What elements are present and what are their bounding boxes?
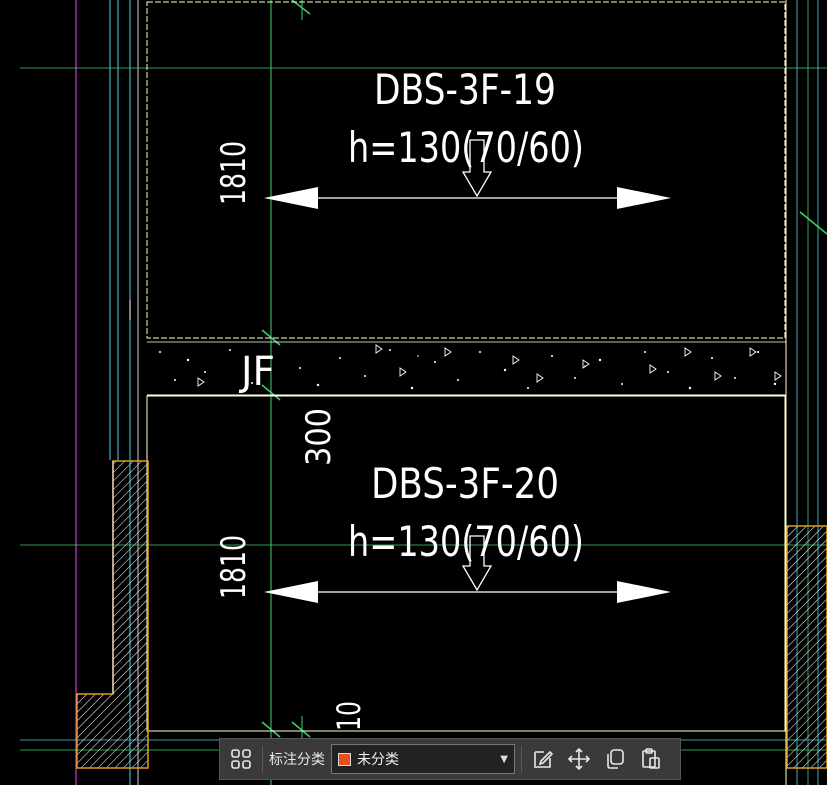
- chevron-down-icon: ▼: [500, 753, 508, 765]
- slab-bottom-spec: h=130(70/60): [348, 517, 584, 566]
- slab-bottom-id: DBS-3F-20: [371, 459, 559, 508]
- paste-icon[interactable]: [636, 744, 666, 774]
- dim-small: 10: [330, 701, 368, 731]
- slab-top-id: DBS-3F-19: [374, 65, 556, 114]
- slab-top-span-arrow: [264, 187, 671, 209]
- slab-bottom-dim-span: 1810: [214, 535, 254, 599]
- copy-icon[interactable]: [600, 744, 630, 774]
- grid-icon[interactable]: [226, 744, 256, 774]
- category-selected-value: 未分类: [357, 751, 399, 767]
- slab-top[interactable]: DBS-3F-19 h=130(70/60) 1810: [146, 1, 786, 339]
- toolbar-separator: [262, 746, 263, 772]
- category-color-swatch: [338, 752, 351, 766]
- slab-bottom-span-arrow: [264, 581, 671, 603]
- toolbar-separator: [521, 746, 522, 772]
- slab-top-spec: h=130(70/60): [348, 123, 584, 172]
- joint-label: JF: [238, 349, 275, 395]
- annotation-category-label: 标注分类: [269, 751, 325, 767]
- hatched-wall-left: [76, 460, 149, 769]
- move-icon[interactable]: [564, 744, 594, 774]
- category-dropdown[interactable]: 未分类 ▼: [331, 744, 515, 774]
- hatched-wall-right: [786, 525, 827, 769]
- slab-joint-strip: JF: [147, 341, 786, 396]
- dim-gap: 300: [299, 408, 339, 466]
- cad-drawing-canvas[interactable]: DBS-3F-19 h=130(70/60) 1810 JF DBS-3F-20…: [0, 0, 827, 785]
- edit-icon[interactable]: [528, 744, 558, 774]
- annotation-toolbar: 标注分类 未分类 ▼: [219, 738, 681, 780]
- slab-bottom[interactable]: DBS-3F-20 h=130(70/60) 1810 300 10: [146, 395, 786, 732]
- slab-top-dim-span: 1810: [214, 141, 254, 205]
